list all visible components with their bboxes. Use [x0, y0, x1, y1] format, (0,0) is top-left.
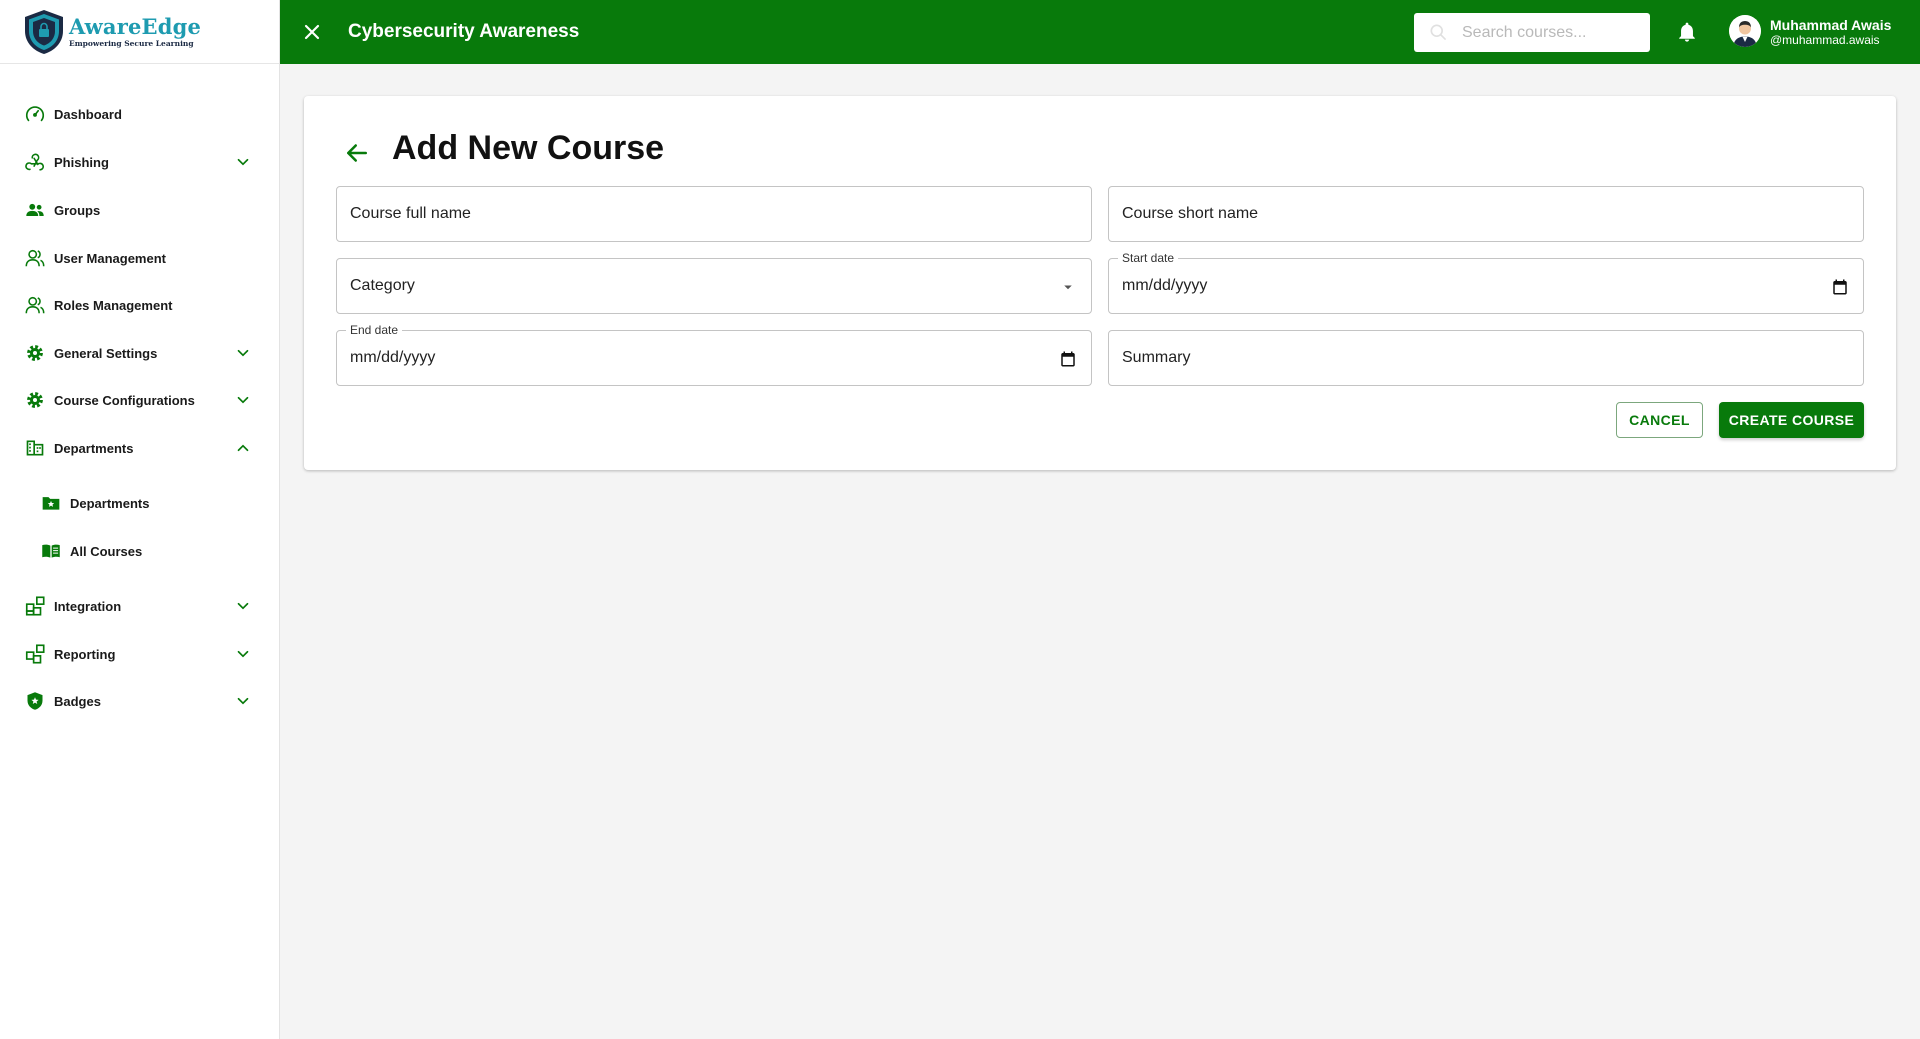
summary-placeholder: Summary [1122, 349, 1191, 366]
shield-check-icon [24, 690, 46, 712]
chevron-down-icon [237, 602, 249, 610]
sidebar-item-label: Reporting [54, 646, 116, 662]
sidebar-item-user-management[interactable]: User Management [0, 238, 280, 278]
sidebar-item-label: Integration [54, 598, 122, 614]
top-bar: Cybersecurity Awareness Muhammad Awais @… [280, 0, 1920, 64]
shield-logo-icon [25, 9, 63, 54]
sidebar-item-integration[interactable]: Integration [0, 586, 280, 626]
start-date-field[interactable]: Start date mm/dd/yyyy [1108, 251, 1864, 314]
page-title: Add New Course [392, 129, 665, 167]
sidebar-item-label: All Courses [70, 543, 143, 559]
folder-star-icon [40, 492, 62, 514]
sidebar-item-badges[interactable]: Badges [0, 681, 280, 721]
sidebar-item-groups[interactable]: Groups [0, 190, 280, 230]
user-name: Muhammad Awais [1770, 17, 1892, 33]
end-date-value: mm/dd/yyyy [350, 349, 436, 366]
brand-tagline: Empowering Secure Learning [69, 38, 194, 48]
sidebar-item-course-configurations[interactable]: Course Configurations [0, 380, 280, 420]
brand-name: AwareEdge [69, 13, 202, 39]
sidebar-item-label: Badges [54, 693, 101, 709]
close-icon[interactable] [300, 20, 324, 44]
arrow-back-icon[interactable] [342, 138, 372, 168]
end-date-label: End date [346, 323, 403, 337]
person-outline-icon [24, 247, 46, 269]
sidebar-item-label: Departments [54, 440, 134, 456]
calendar-icon[interactable] [1059, 350, 1077, 368]
sidebar-subitem-departments[interactable]: Departments [0, 483, 280, 523]
end-date-field[interactable]: End date mm/dd/yyyy [336, 323, 1092, 386]
add-course-card: Add New Course Course full name Course s… [304, 96, 1896, 470]
cancel-button[interactable]: CANCEL [1616, 402, 1703, 438]
category-select[interactable]: Category [336, 258, 1092, 314]
gear-icon [24, 342, 46, 364]
chevron-down-icon [237, 158, 249, 166]
book-icon [40, 540, 62, 562]
create-course-button[interactable]: CREATE COURSE [1719, 402, 1864, 438]
chevron-down-icon [237, 349, 249, 357]
sidebar-item-label: Phishing [54, 154, 109, 170]
start-date-label: Start date [1118, 251, 1179, 265]
widgets-icon [24, 643, 46, 665]
sidebar-item-departments[interactable]: Departments [0, 428, 280, 468]
sidebar-item-label: Groups [54, 202, 101, 218]
search-icon [1430, 24, 1446, 40]
course-short-name-placeholder: Course short name [1122, 205, 1259, 222]
bell-icon[interactable] [1676, 21, 1698, 43]
course-full-name-field[interactable]: Course full name [336, 186, 1092, 242]
app-title: Cybersecurity Awareness [348, 21, 580, 42]
sidebar-item-label: General Settings [54, 345, 158, 361]
sidebar-item-roles-management[interactable]: Roles Management [0, 285, 280, 325]
people-outline-icon [24, 294, 46, 316]
summary-field[interactable]: Summary [1108, 330, 1864, 386]
sidebar-item-dashboard[interactable]: Dashboard [0, 94, 280, 134]
sidebar-item-label: Course Configurations [54, 392, 195, 408]
sidebar-subitem-all-courses[interactable]: All Courses [0, 531, 280, 571]
start-date-value: mm/dd/yyyy [1122, 277, 1208, 294]
sidebar-item-label: User Management [54, 250, 166, 266]
calendar-icon[interactable] [1831, 278, 1849, 296]
sidebar-item-label: Roles Management [54, 297, 173, 313]
search-input[interactable] [1414, 13, 1650, 52]
category-placeholder: Category [350, 277, 415, 294]
sidebar-item-phishing[interactable]: Phishing [0, 142, 280, 182]
sidebar: AwareEdge Empowering Secure Learning Das… [0, 0, 280, 1039]
building-icon [24, 437, 46, 459]
course-short-name-field[interactable]: Course short name [1108, 186, 1864, 242]
sidebar-item-label: Departments [70, 495, 150, 511]
webhook-icon [24, 151, 46, 173]
chevron-down-icon [237, 697, 249, 705]
dropdown-arrow-icon [1064, 285, 1072, 290]
avatar[interactable] [1729, 15, 1761, 47]
brand-logo[interactable]: AwareEdge Empowering Secure Learning [0, 0, 279, 64]
chevron-down-icon [237, 650, 249, 658]
sidebar-item-reporting[interactable]: Reporting [0, 634, 280, 674]
gear-icon [24, 389, 46, 411]
chevron-up-icon [237, 444, 249, 452]
user-handle: @muhammad.awais [1770, 33, 1880, 47]
sidebar-item-general-settings[interactable]: General Settings [0, 333, 280, 373]
people-icon [24, 199, 46, 221]
widgets-icon [24, 595, 46, 617]
speedometer-icon [24, 103, 46, 125]
course-full-name-placeholder: Course full name [350, 205, 471, 222]
sidebar-item-label: Dashboard [54, 106, 122, 122]
chevron-down-icon [237, 396, 249, 404]
